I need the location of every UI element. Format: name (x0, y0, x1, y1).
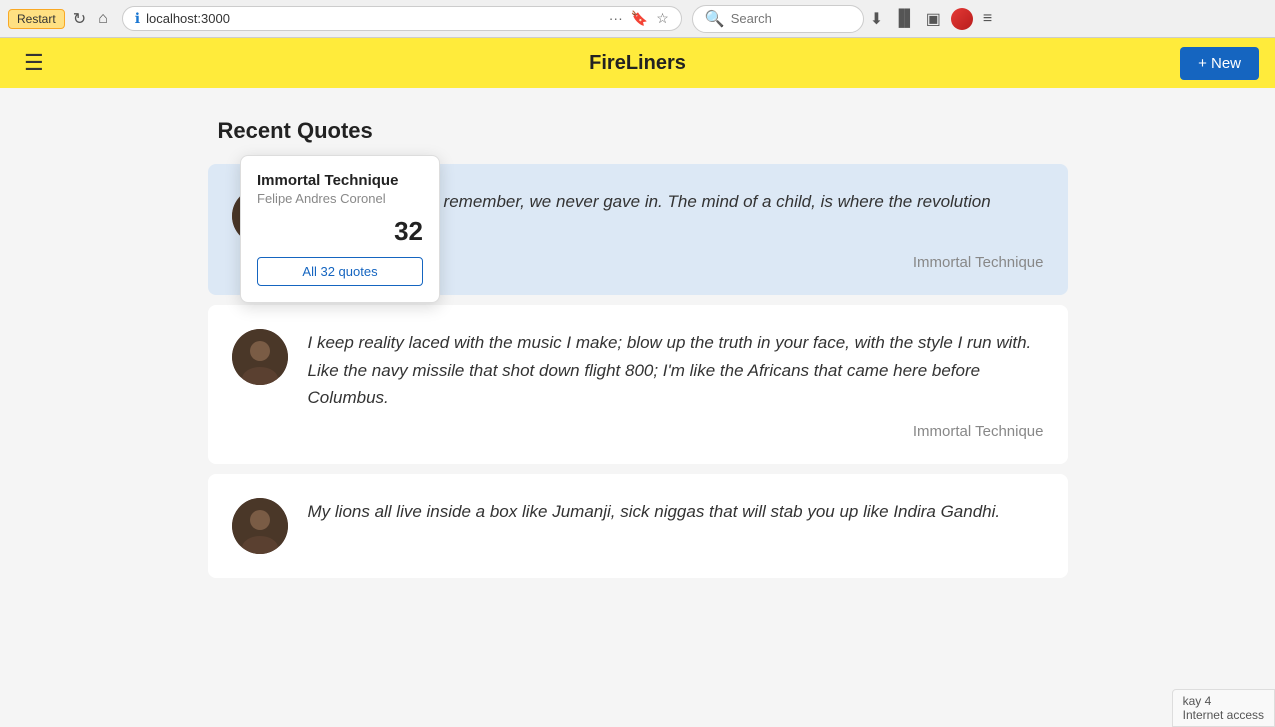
address-bar[interactable]: ℹ localhost:3000 ··· 🔖 ☆ (122, 6, 682, 31)
reload-icon[interactable]: ↻ (69, 7, 90, 31)
star-icon[interactable]: ☆ (656, 10, 669, 27)
quote-text-3: My lions all live inside a box like Juma… (308, 498, 1044, 525)
home-icon[interactable]: ⌂ (94, 8, 112, 30)
tooltip-popup: Immortal Technique Felipe Andres Coronel… (240, 155, 440, 303)
app-header: ☰ FireLiners + New (0, 38, 1275, 88)
profile-avatar[interactable] (951, 8, 973, 30)
menu-icon[interactable]: ≡ (983, 10, 992, 28)
app-title: FireLiners (589, 52, 686, 75)
status-user: kay 4 (1183, 694, 1212, 708)
library-icon[interactable]: ▐▌ (893, 10, 916, 28)
browser-right-icons: ⬇ ▐▌ ▣ ≡ (870, 8, 993, 30)
section-title: Recent Quotes (218, 118, 1068, 144)
search-input[interactable] (731, 11, 851, 26)
quote-author-2: Immortal Technique (308, 423, 1044, 440)
browser-chrome: Restart ↻ ⌂ ℹ localhost:3000 ··· 🔖 ☆ 🔍 ⬇… (0, 0, 1275, 38)
more-icon[interactable]: ··· (609, 10, 623, 27)
main-content: Recent Quotes Write it down and remember… (188, 88, 1088, 618)
all-quotes-button[interactable]: All 32 quotes (257, 257, 423, 286)
search-bar[interactable]: 🔍 (692, 5, 864, 33)
quote-content-3: My lions all live inside a box like Juma… (308, 498, 1044, 537)
status-bar: kay 4Internet access (1172, 689, 1275, 727)
tooltip-name: Immortal Technique (257, 172, 423, 189)
quote-content-2: I keep reality laced with the music I ma… (308, 329, 1044, 440)
quote-text-2: I keep reality laced with the music I ma… (308, 329, 1044, 411)
address-bar-icons: ··· 🔖 ☆ (609, 10, 669, 27)
quote-card-3: My lions all live inside a box like Juma… (208, 474, 1068, 578)
info-icon: ℹ (135, 10, 140, 27)
quote-card-2: I keep reality laced with the music I ma… (208, 305, 1068, 464)
new-button[interactable]: + New (1180, 47, 1259, 80)
address-text: localhost:3000 (146, 11, 603, 26)
status-text: Internet access (1183, 708, 1264, 722)
pocket-icon[interactable]: 🔖 (631, 10, 648, 27)
avatar-2[interactable] (232, 329, 288, 385)
nav-buttons: Restart ↻ ⌂ (8, 7, 112, 31)
layout-icon[interactable]: ▣ (926, 9, 941, 29)
tooltip-count: 32 (394, 216, 423, 247)
download-icon[interactable]: ⬇ (870, 9, 883, 29)
avatar-3[interactable] (232, 498, 288, 554)
hamburger-button[interactable]: ☰ (16, 46, 52, 80)
tooltip-subname: Felipe Andres Coronel (257, 191, 423, 206)
restart-button[interactable]: Restart (8, 9, 65, 29)
search-icon: 🔍 (705, 9, 725, 29)
tooltip-row: 32 (257, 216, 423, 247)
